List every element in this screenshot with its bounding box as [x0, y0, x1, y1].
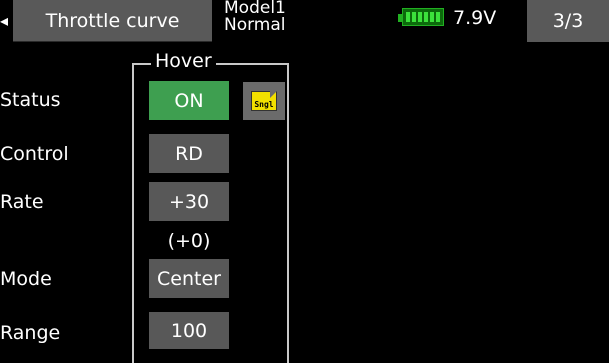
single-mode-button[interactable]: Sngl	[243, 82, 285, 120]
status-toggle-button[interactable]: ON	[149, 81, 229, 120]
condition-name: Normal	[224, 15, 286, 35]
mode-button[interactable]: Center	[149, 259, 229, 298]
rate-offset: (+0)	[167, 230, 211, 252]
battery-icon	[398, 8, 448, 28]
status-label: Status	[0, 89, 61, 111]
control-label: Control	[0, 143, 69, 165]
screen-title-button[interactable]: Throttle curve	[13, 0, 212, 42]
rate-label: Rate	[0, 191, 44, 213]
model-info: Model1 Normal	[224, 0, 286, 34]
page-number: 3/3	[552, 10, 584, 32]
page-indicator-button[interactable]: 3/3	[527, 0, 609, 42]
range-value-button[interactable]: 100	[149, 312, 229, 349]
back-arrow-icon[interactable]: ◂	[0, 10, 12, 32]
rate-value-button[interactable]: +30	[149, 182, 229, 221]
hover-group-title: Hover	[151, 50, 216, 72]
control-switch-button[interactable]: RD	[149, 134, 229, 173]
mode-label: Mode	[0, 268, 52, 290]
range-label: Range	[0, 322, 61, 344]
document-icon: Sngl	[251, 91, 277, 111]
battery-voltage: 7.9V	[453, 7, 497, 29]
screen-title: Throttle curve	[45, 9, 180, 32]
